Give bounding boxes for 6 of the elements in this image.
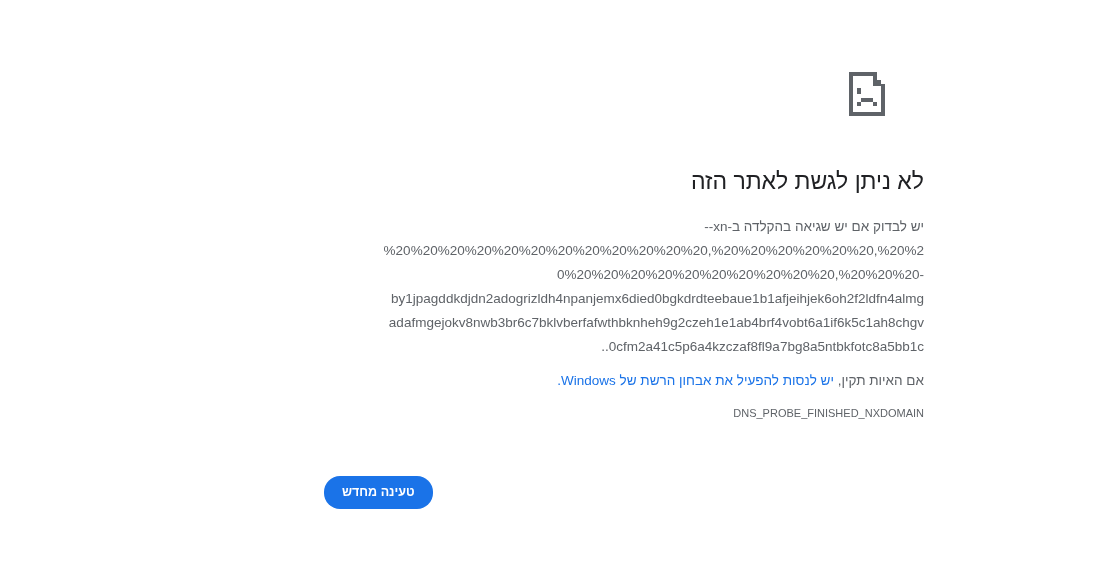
sad-page-icon xyxy=(849,72,885,116)
error-code: DNS_PROBE_FINISHED_NXDOMAIN xyxy=(732,405,924,421)
suggestion-text: אם האיות תקין, יש לנסות להפעיל את אבחון הרשת של Windows. xyxy=(556,371,924,390)
error-heading: לא ניתן לגשת לאתר הזה xyxy=(689,167,924,196)
network-diagnostics-link[interactable]: יש לנסות להפעיל את אבחון הרשת של Windows. xyxy=(557,372,834,388)
reload-button[interactable]: טעינה מחדש xyxy=(324,476,433,509)
